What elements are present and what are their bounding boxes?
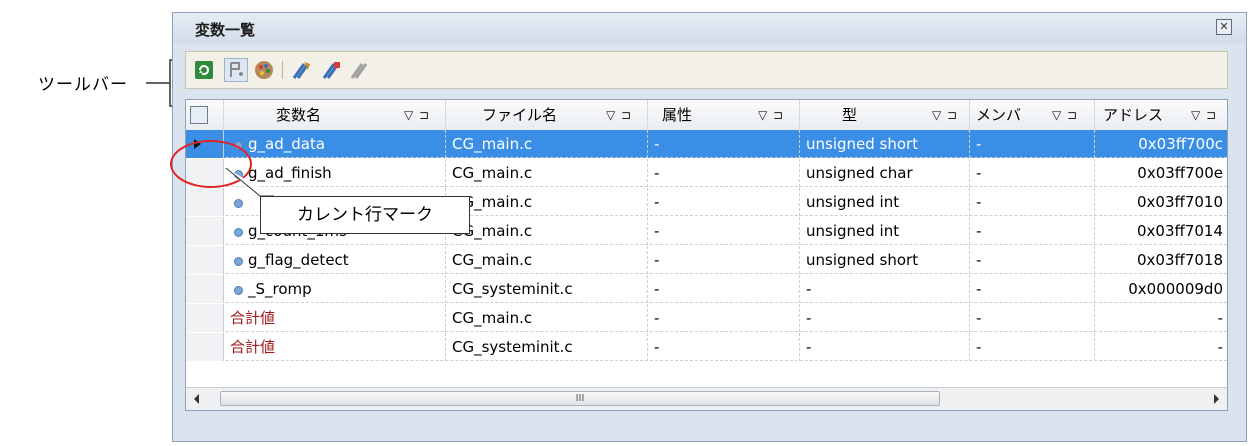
- cell-name: _S_romp: [224, 275, 446, 303]
- table-row[interactable]: g_flag_detect CG_main.c - unsigned short -0x…: [186, 246, 1227, 274]
- column-header-address[interactable]: アドレス ▽ ⊐: [1095, 100, 1227, 130]
- cell-address: 0x03ff7014: [1136, 222, 1223, 240]
- cell-address: -: [1217, 309, 1223, 327]
- cell-attr: -: [648, 130, 800, 158]
- pointer-pin-icon[interactable]: [224, 58, 248, 82]
- cell-member: -: [970, 159, 1095, 187]
- column-header-name[interactable]: 変数名 ▽ ⊐: [224, 100, 446, 130]
- column-chooser-button[interactable]: [186, 100, 224, 130]
- row-header[interactable]: [186, 188, 224, 216]
- cell-type: -: [800, 304, 970, 332]
- variable-icon: [234, 257, 243, 266]
- scroll-right-icon[interactable]: [1214, 394, 1219, 404]
- table-row[interactable]: _S_romp CG_systeminit.c - - -0x000009d0: [186, 275, 1227, 303]
- column-settings-icon: [190, 106, 208, 124]
- toolbar: [185, 51, 1228, 89]
- filter-icon[interactable]: ▽ ⊐: [404, 100, 430, 130]
- cell-address: 0x03ff700c: [1138, 135, 1223, 153]
- cell-type: -: [800, 275, 970, 303]
- cell-type: unsigned int: [800, 217, 970, 245]
- cell-attr: -: [648, 333, 800, 361]
- cell-file: CG_main.c: [446, 304, 648, 332]
- cell-member: -: [970, 333, 1095, 361]
- column-header-attr[interactable]: 属性 ▽ ⊐: [648, 100, 800, 130]
- toolbar-separator: [282, 61, 283, 79]
- table-row[interactable]: 合計値 CG_systeminit.c - - - -: [186, 333, 1227, 361]
- toolbar-annotation-label: ツールバー: [38, 75, 128, 95]
- variable-name: g_flag_detect: [248, 251, 349, 269]
- cell-member: -: [970, 246, 1095, 274]
- row-header[interactable]: [186, 333, 224, 361]
- panel-titlebar: 変数一覧 ✕: [173, 13, 1246, 43]
- cell-file: CG_main.c: [446, 159, 648, 187]
- cell-address: 0x03ff700e: [1137, 164, 1223, 182]
- variable-name: 合計値: [230, 309, 276, 327]
- column-header-member[interactable]: メンバ ▽ ⊐: [970, 100, 1095, 130]
- cell-address: 0x03ff7018: [1136, 251, 1223, 269]
- cell-type: unsigned char: [800, 159, 970, 187]
- filter-icon[interactable]: ▽ ⊐: [1052, 100, 1078, 130]
- bookmark-edit-icon[interactable]: [320, 58, 344, 82]
- palette-icon[interactable]: [252, 58, 276, 82]
- close-icon[interactable]: ✕: [1216, 19, 1232, 35]
- cell-member: -: [970, 130, 1095, 158]
- cell-file: CG_main.c: [446, 188, 648, 216]
- grid-header: 変数名 ▽ ⊐ ファイル名 ▽ ⊐ 属性 ▽ ⊐ 型 ▽ ⊐ メンバ ▽ ⊐ ア…: [186, 100, 1227, 131]
- panel-title: 変数一覧: [195, 21, 256, 39]
- bookmark-remove-icon[interactable]: [348, 58, 372, 82]
- scrollbar-thumb[interactable]: III: [220, 391, 940, 406]
- cell-type: unsigned int: [800, 188, 970, 216]
- cell-member: -: [970, 275, 1095, 303]
- cell-file: CG_main.c: [446, 246, 648, 274]
- column-header-file[interactable]: ファイル名 ▽ ⊐: [446, 100, 648, 130]
- cell-address: 0x000009d0: [1128, 280, 1223, 298]
- table-row[interactable]: 合計値 CG_main.c - - - -: [186, 304, 1227, 332]
- current-row-mark-callout: カレント行マーク: [260, 196, 470, 234]
- filter-icon[interactable]: ▽ ⊐: [606, 100, 632, 130]
- cell-attr: -: [648, 275, 800, 303]
- cell-type: -: [800, 333, 970, 361]
- cell-attr: -: [648, 159, 800, 187]
- scroll-left-icon[interactable]: [194, 394, 199, 404]
- column-header-type[interactable]: 型 ▽ ⊐: [800, 100, 970, 130]
- cell-file: CG_systeminit.c: [446, 333, 648, 361]
- cell-member: -: [970, 304, 1095, 332]
- filter-icon[interactable]: ▽ ⊐: [932, 100, 958, 130]
- cell-file: CG_main.c: [446, 130, 648, 158]
- cell-attr: -: [648, 188, 800, 216]
- cell-type: unsigned short: [800, 130, 970, 158]
- cell-name: 合計値: [224, 333, 446, 361]
- cell-type: unsigned short: [800, 246, 970, 274]
- row-header[interactable]: [186, 275, 224, 303]
- cell-attr: -: [648, 217, 800, 245]
- cell-file: CG_main.c: [446, 217, 648, 245]
- refresh-icon[interactable]: [192, 58, 216, 82]
- variable-name: _S_romp: [248, 280, 312, 298]
- cell-name: 合計値: [224, 304, 446, 332]
- variable-name: 合計値: [230, 338, 276, 356]
- variable-icon: [234, 286, 243, 295]
- cell-attr: -: [648, 246, 800, 274]
- row-header[interactable]: [186, 304, 224, 332]
- filter-icon[interactable]: ▽ ⊐: [758, 100, 784, 130]
- variable-grid: 変数名 ▽ ⊐ ファイル名 ▽ ⊐ 属性 ▽ ⊐ 型 ▽ ⊐ メンバ ▽ ⊐ ア…: [185, 99, 1228, 411]
- cell-file: CG_systeminit.c: [446, 275, 648, 303]
- cell-member: -: [970, 188, 1095, 216]
- cell-member: -: [970, 217, 1095, 245]
- variable-name: g_ad_data: [248, 135, 326, 153]
- cell-name: g_flag_detect: [224, 246, 446, 274]
- horizontal-scrollbar[interactable]: III: [186, 387, 1227, 410]
- cell-attr: -: [648, 304, 800, 332]
- cell-address: 0x03ff7010: [1136, 193, 1223, 211]
- filter-icon[interactable]: ▽ ⊐: [1191, 100, 1217, 130]
- bookmark-add-icon[interactable]: [290, 58, 314, 82]
- table-row[interactable]: g_ad_data CG_main.c - unsigned short -0x03ff…: [186, 130, 1227, 158]
- row-header[interactable]: [186, 246, 224, 274]
- cell-address: -: [1217, 338, 1223, 356]
- table-row[interactable]: g_ad_finish CG_main.c - unsigned char -0x03f…: [186, 159, 1227, 187]
- row-header[interactable]: [186, 217, 224, 245]
- cell-name: g_ad_data: [224, 130, 446, 158]
